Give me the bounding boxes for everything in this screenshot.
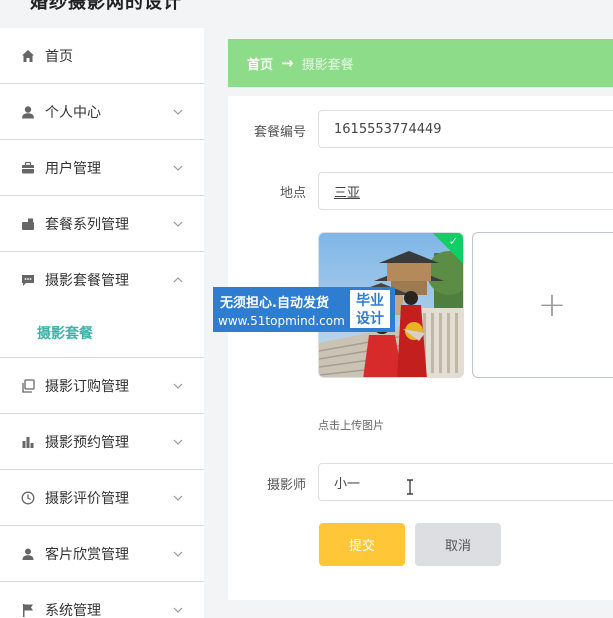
location-label: 地点 — [279, 186, 306, 201]
sidebar-item-label: 摄影订购管理 — [45, 378, 129, 395]
package-number-label: 套餐编号 — [253, 125, 306, 140]
sidebar-item-gallery-management[interactable]: 客片欣赏管理 — [0, 526, 204, 582]
sidebar-item-user-management[interactable]: 用户管理 — [0, 140, 204, 196]
breadcrumb-current: 摄影套餐 — [301, 57, 354, 73]
location-input[interactable]: 三亚 — [318, 172, 613, 210]
person-icon — [21, 547, 35, 561]
watermark-line1: 无须担心.自动发货 — [220, 296, 329, 311]
chevron-down-icon — [172, 492, 184, 504]
add-image-button[interactable]: + — [472, 232, 613, 378]
watermark-line2: www.51topmind.com — [218, 314, 345, 328]
breadcrumb-home-link[interactable]: 首页 — [247, 54, 273, 73]
sidebar-item-label: 首页 — [45, 48, 73, 65]
sidebar-item-label: 摄影预约管理 — [45, 434, 129, 451]
watermark-badge: 毕业 设计 — [349, 289, 391, 329]
sidebar-item-personal-center[interactable]: 个人中心 — [0, 84, 204, 140]
sidebar-item-label: 套餐系列管理 — [45, 216, 129, 233]
location-value: 三亚 — [334, 185, 361, 201]
copy-icon — [21, 378, 35, 393]
sidebar-subitem-photo-package[interactable]: 摄影套餐 — [0, 308, 204, 358]
sidebar-item-system-management[interactable]: 系统管理 — [0, 582, 204, 618]
sidebar-item-label: 摄影评价管理 — [45, 490, 129, 507]
chevron-down-icon — [172, 162, 184, 174]
chat-icon — [21, 273, 35, 287]
app-title: 婚纱摄影网的设计 — [30, 0, 182, 13]
briefcase-icon — [21, 161, 35, 175]
chevron-down-icon — [172, 218, 184, 230]
sidebar-item-photo-package[interactable]: 摄影套餐管理 — [0, 252, 204, 308]
submit-button[interactable]: 提交 — [319, 523, 405, 566]
watermark-badge-line2: 设计 — [356, 311, 384, 327]
breadcrumb-separator: → — [281, 54, 294, 72]
chevron-down-icon — [172, 436, 184, 448]
photographer-input[interactable]: 小一 — [318, 463, 613, 501]
chevron-down-icon — [172, 380, 184, 392]
bar-chart-icon — [21, 435, 35, 449]
breadcrumb: 首页 → 摄影套餐 — [228, 39, 613, 87]
text-cursor-icon — [407, 479, 413, 495]
sidebar-item-label: 客片欣赏管理 — [45, 546, 129, 563]
sidebar-item-home[interactable]: 首页 — [0, 28, 204, 84]
sidebar-subitem-label: 摄影套餐 — [37, 325, 93, 342]
check-icon: ✓ — [448, 235, 458, 248]
sidebar: 首页 个人中心 用户管理 套餐系列管理 摄影套餐管理 摄影套餐 摄影订购管理 摄… — [0, 28, 204, 618]
plus-icon: + — [537, 285, 567, 325]
sidebar-item-booking-management[interactable]: 摄影预约管理 — [0, 414, 204, 470]
photographer-label: 摄影师 — [266, 478, 306, 493]
chevron-down-icon — [172, 106, 184, 118]
folder-icon — [21, 217, 35, 231]
upload-hint: 点击上传图片 — [318, 419, 384, 432]
sidebar-item-package-series[interactable]: 套餐系列管理 — [0, 196, 204, 252]
chevron-up-icon — [172, 274, 184, 286]
watermark-banner: 无须担心.自动发货 www.51topmind.com 毕业 设计 — [213, 287, 395, 332]
chevron-down-icon — [172, 548, 184, 560]
clock-icon — [21, 491, 35, 505]
flag-icon — [21, 603, 35, 617]
package-number-input[interactable]: 1615553774449 — [318, 110, 613, 148]
sidebar-item-label: 个人中心 — [45, 104, 101, 121]
user-icon — [21, 105, 35, 119]
watermark-badge-line1: 毕业 — [356, 293, 384, 309]
chevron-down-icon — [172, 604, 184, 616]
sidebar-item-label: 用户管理 — [45, 160, 101, 177]
cancel-button[interactable]: 取消 — [415, 523, 501, 566]
sidebar-item-order-management[interactable]: 摄影订购管理 — [0, 358, 204, 414]
sidebar-item-review-management[interactable]: 摄影评价管理 — [0, 470, 204, 526]
sidebar-item-label: 摄影套餐管理 — [45, 273, 129, 289]
home-icon — [21, 49, 35, 63]
sidebar-item-label: 系统管理 — [45, 603, 101, 618]
